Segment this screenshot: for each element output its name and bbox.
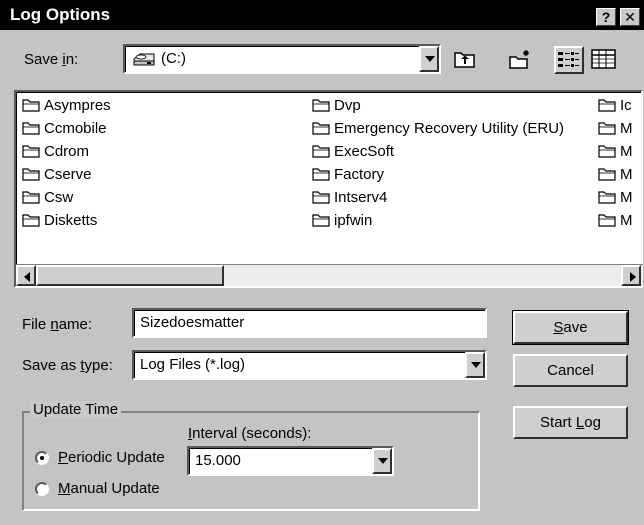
file-list-item-label: M — [620, 212, 633, 229]
folder-icon — [22, 167, 40, 181]
save-as-type-dropdown-button[interactable] — [465, 352, 485, 378]
manual-update-radio[interactable] — [35, 482, 49, 496]
help-icon: ? — [601, 9, 611, 25]
list-view-icon — [556, 52, 582, 76]
save-in-dropdown-button[interactable] — [419, 46, 439, 72]
close-icon: ✕ — [624, 9, 636, 25]
file-list-item-label: Intserv4 — [334, 189, 388, 206]
chevron-down-icon — [378, 458, 388, 464]
save-as-type-select[interactable]: Log Files (*.log) — [132, 350, 487, 380]
folder-icon — [312, 98, 330, 112]
title-bar[interactable]: Log Options ? ✕ — [0, 0, 644, 30]
file-list-item-label: M — [620, 143, 633, 160]
file-list-item-label: Factory — [334, 166, 385, 183]
file-list-item-label: Csw — [44, 189, 74, 206]
close-button[interactable]: ✕ — [620, 8, 640, 26]
horizontal-scrollbar[interactable] — [16, 264, 643, 286]
file-list-item-label: Cdrom — [44, 143, 90, 160]
scroll-left-button[interactable] — [16, 265, 36, 286]
periodic-update-radio[interactable] — [35, 451, 49, 465]
help-button[interactable]: ? — [596, 8, 616, 26]
manual-update-label[interactable]: Manual Update — [58, 480, 160, 497]
file-list-item-label: ExecSoft — [334, 143, 395, 160]
folder-icon — [598, 98, 616, 112]
folder-icon — [312, 213, 330, 227]
log-options-dialog: Log Options ? ✕ Save in: (C:) Asympres C… — [0, 0, 644, 525]
new-folder-icon — [507, 50, 533, 75]
save-as-type-label: Save as type: — [22, 357, 113, 374]
folder-icon — [22, 121, 40, 135]
details-view-icon — [590, 49, 618, 75]
folder-icon — [22, 190, 40, 204]
file-list-item-label: Asympres — [44, 97, 111, 114]
interval-dropdown-button[interactable] — [372, 448, 392, 474]
file-list-item-label: M — [620, 166, 633, 183]
interval-label: Interval (seconds): — [188, 425, 312, 442]
list-view-button[interactable] — [554, 46, 584, 74]
radio-selected-dot — [40, 456, 44, 460]
scroll-left-icon — [24, 272, 30, 282]
interval-value: 15.000 — [195, 452, 241, 469]
folder-icon — [312, 144, 330, 158]
file-name-value: Sizedoesmatter — [140, 314, 245, 331]
file-name-label: File name: — [22, 316, 93, 333]
file-list-item-label: Cserve — [44, 166, 92, 183]
drive-icon — [132, 51, 156, 71]
new-folder-button[interactable] — [507, 47, 533, 71]
save-as-type-value: Log Files (*.log) — [140, 356, 246, 373]
cancel-button[interactable]: Cancel — [513, 354, 628, 387]
save-button[interactable]: Save — [512, 310, 629, 345]
window-title: Log Options — [10, 5, 111, 24]
file-list-item-label: Disketts — [44, 212, 98, 229]
file-list-item-label: Ic — [620, 97, 632, 114]
save-in-value: (C:) — [161, 50, 186, 67]
start-log-button[interactable]: Start Log — [513, 406, 628, 439]
file-list[interactable]: Asympres Ccmobile Cdrom Cserve Csw Disketts Dv… — [14, 90, 643, 288]
folder-icon — [598, 121, 616, 135]
folder-icon — [598, 167, 616, 181]
folder-icon — [312, 121, 330, 135]
folder-icon — [598, 190, 616, 204]
folder-icon — [598, 144, 616, 158]
folder-icon — [312, 167, 330, 181]
folder-icon — [312, 190, 330, 204]
scroll-thumb[interactable] — [36, 265, 224, 286]
chevron-down-icon — [471, 362, 481, 368]
file-list-item-label: Ccmobile — [44, 120, 107, 137]
file-list-item-label: M — [620, 120, 633, 137]
folder-icon — [22, 144, 40, 158]
file-name-input[interactable]: Sizedoesmatter — [132, 308, 487, 338]
interval-select[interactable]: 15.000 — [187, 446, 394, 476]
update-time-legend: Update Time — [30, 401, 122, 418]
scroll-right-button[interactable] — [621, 265, 641, 286]
folder-icon — [22, 213, 40, 227]
chevron-down-icon — [425, 56, 435, 62]
save-in-combo[interactable]: (C:) — [123, 44, 441, 74]
up-one-level-icon — [452, 52, 478, 75]
file-list-item-label: ipfwin — [334, 212, 373, 229]
folder-icon — [598, 213, 616, 227]
folder-icon — [22, 98, 40, 112]
periodic-update-label[interactable]: Periodic Update — [58, 449, 165, 466]
details-view-button[interactable] — [590, 47, 616, 71]
up-one-level-button[interactable] — [452, 47, 478, 71]
file-list-item-label: M — [620, 189, 633, 206]
save-in-label: Save in: — [24, 51, 79, 68]
scroll-right-icon — [630, 272, 636, 282]
file-list-item-label: Dvp — [334, 97, 361, 114]
file-list-item-label: Emergency Recovery Utility (ERU) — [334, 120, 565, 137]
